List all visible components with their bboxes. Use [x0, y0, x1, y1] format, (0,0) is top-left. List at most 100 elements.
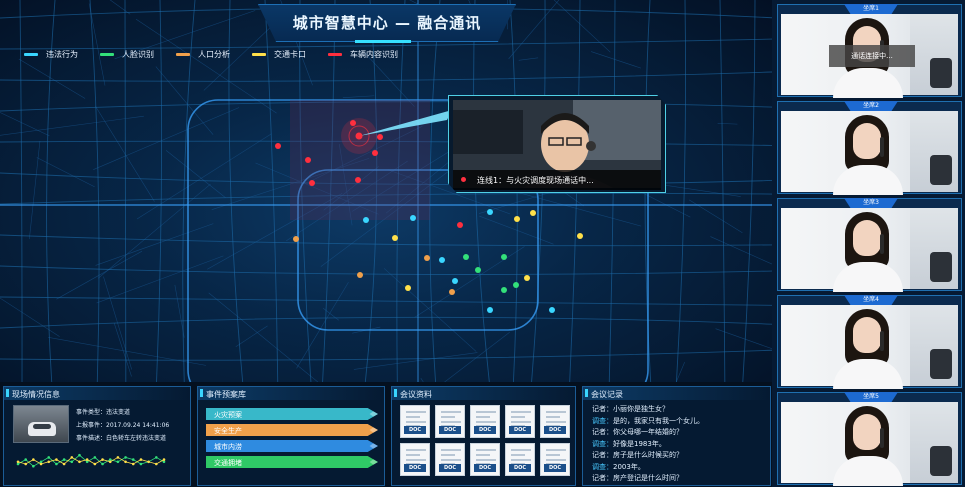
map-marker[interactable]	[513, 282, 519, 288]
doc-line	[476, 449, 496, 451]
cases-panel: 事件预案库 火灾预案 安全生产 城市内涝 交通拥堵	[197, 386, 385, 486]
doc-type-label: DOC	[439, 464, 461, 472]
map-marker[interactable]	[501, 254, 507, 260]
seat-panel[interactable]: 坐席3	[777, 198, 962, 292]
map-marker[interactable]	[501, 287, 507, 293]
seat-video	[781, 402, 958, 486]
map-marker[interactable]	[457, 222, 463, 228]
seat-bg-chair	[930, 252, 952, 282]
map-marker[interactable]	[357, 272, 363, 278]
map-marker[interactable]	[363, 217, 369, 223]
map-marker[interactable]	[275, 143, 281, 149]
doc-file-icon[interactable]: DOC	[470, 405, 500, 438]
doc-file-icon[interactable]: DOC	[435, 405, 465, 438]
doc-file-icon[interactable]: DOC	[505, 443, 535, 476]
call-popup[interactable]: 连线1：与火灾调度现场通话中...	[448, 95, 666, 193]
seat-bg-chair	[930, 58, 952, 88]
record-text: 你父母哪一年结婚的？	[613, 428, 683, 436]
doc-line	[511, 421, 531, 423]
legend-label: 人口分析	[198, 50, 230, 59]
legend-item[interactable]: 车辆内容识别	[328, 49, 398, 60]
sparkline-point	[78, 453, 81, 457]
doc-file-icon[interactable]: DOC	[400, 443, 430, 476]
map-marker[interactable]	[524, 275, 530, 281]
map-marker[interactable]	[350, 120, 356, 126]
map-marker[interactable]	[577, 233, 583, 239]
active-marker[interactable]	[355, 132, 363, 140]
sparkline-point	[85, 458, 89, 461]
doc-line	[406, 411, 426, 413]
sparkline-point	[70, 460, 74, 464]
record-line: 记者：小丽你是独生女？	[592, 404, 669, 414]
headset-icon	[880, 234, 884, 254]
case-item[interactable]: 城市内涝	[206, 440, 378, 452]
doc-file-icon[interactable]: DOC	[435, 443, 465, 476]
doc-type-label: DOC	[509, 464, 531, 472]
doc-file-icon[interactable]: DOC	[505, 405, 535, 438]
doc-line	[441, 454, 455, 456]
map-marker[interactable]	[355, 177, 361, 183]
map-marker[interactable]	[475, 267, 481, 273]
map-marker[interactable]	[487, 307, 493, 313]
seat-label: 坐席4	[844, 295, 898, 305]
doc-line	[511, 459, 531, 461]
doc-file-icon[interactable]: DOC	[470, 443, 500, 476]
map-marker[interactable]	[463, 254, 469, 260]
map-marker[interactable]	[452, 278, 458, 284]
scene-thumbnail[interactable]	[13, 405, 69, 443]
headset-icon	[880, 331, 884, 351]
sparkline-point	[78, 460, 81, 464]
doc-line	[406, 454, 420, 456]
seat-video	[781, 208, 958, 292]
sparkline-point	[155, 456, 158, 459]
doc-line	[406, 421, 426, 423]
case-item[interactable]: 安全生产	[206, 424, 378, 436]
map-marker[interactable]	[424, 255, 430, 261]
seat-panel[interactable]: 坐席4	[777, 295, 962, 389]
record-text: 2003年。	[613, 462, 645, 471]
map-marker[interactable]	[372, 150, 378, 156]
case-item[interactable]: 交通拥堵	[206, 456, 378, 468]
doc-file-icon[interactable]: DOC	[540, 443, 570, 476]
map-marker[interactable]	[410, 215, 416, 221]
case-item[interactable]: 火灾预案	[206, 408, 378, 420]
legend-item[interactable]: 违法行为	[24, 49, 78, 60]
legend-swatch	[24, 53, 38, 56]
map-marker[interactable]	[377, 134, 383, 140]
sparkline-point	[55, 458, 58, 461]
page-header: 城市智慧中心 — 融合通讯	[258, 4, 516, 42]
map-marker[interactable]	[449, 289, 455, 295]
doc-type-label: DOC	[404, 426, 426, 434]
doc-type-label: DOC	[544, 426, 566, 434]
map-marker[interactable]	[439, 257, 445, 263]
map-marker[interactable]	[309, 180, 315, 186]
seat-panel[interactable]: 坐席5	[777, 392, 962, 486]
agent-face	[853, 220, 881, 256]
doc-type-label: DOC	[439, 426, 461, 434]
map-marker[interactable]	[293, 236, 299, 242]
seat-video: 通话连接中...	[781, 14, 958, 98]
doc-file-icon[interactable]: DOC	[540, 405, 570, 438]
map-marker[interactable]	[487, 209, 493, 215]
map-marker[interactable]	[549, 307, 555, 313]
seat-panel[interactable]: 通话连接中... 坐席1	[777, 4, 962, 98]
map-marker[interactable]	[514, 216, 520, 222]
map-marker[interactable]	[530, 210, 536, 216]
map-marker[interactable]	[392, 235, 398, 241]
header-underline	[355, 40, 411, 43]
seat-panel[interactable]: 坐席2	[777, 101, 962, 195]
seat-label: 坐席1	[844, 4, 898, 14]
map-marker[interactable]	[405, 285, 411, 291]
doc-line	[546, 449, 566, 451]
sparkline-point	[62, 458, 66, 461]
sparkline-point	[147, 460, 150, 464]
record-text: 小丽你是独生女？	[613, 405, 669, 413]
legend-item[interactable]: 人脸识别	[100, 49, 154, 60]
doc-file-icon[interactable]: DOC	[400, 405, 430, 438]
agent-body	[833, 456, 903, 486]
agent-body	[833, 165, 903, 195]
sparkline-point	[32, 458, 35, 461]
legend-item[interactable]: 人口分析	[176, 49, 230, 60]
legend-item[interactable]: 交通卡口	[252, 49, 306, 60]
map-marker[interactable]	[305, 157, 311, 163]
